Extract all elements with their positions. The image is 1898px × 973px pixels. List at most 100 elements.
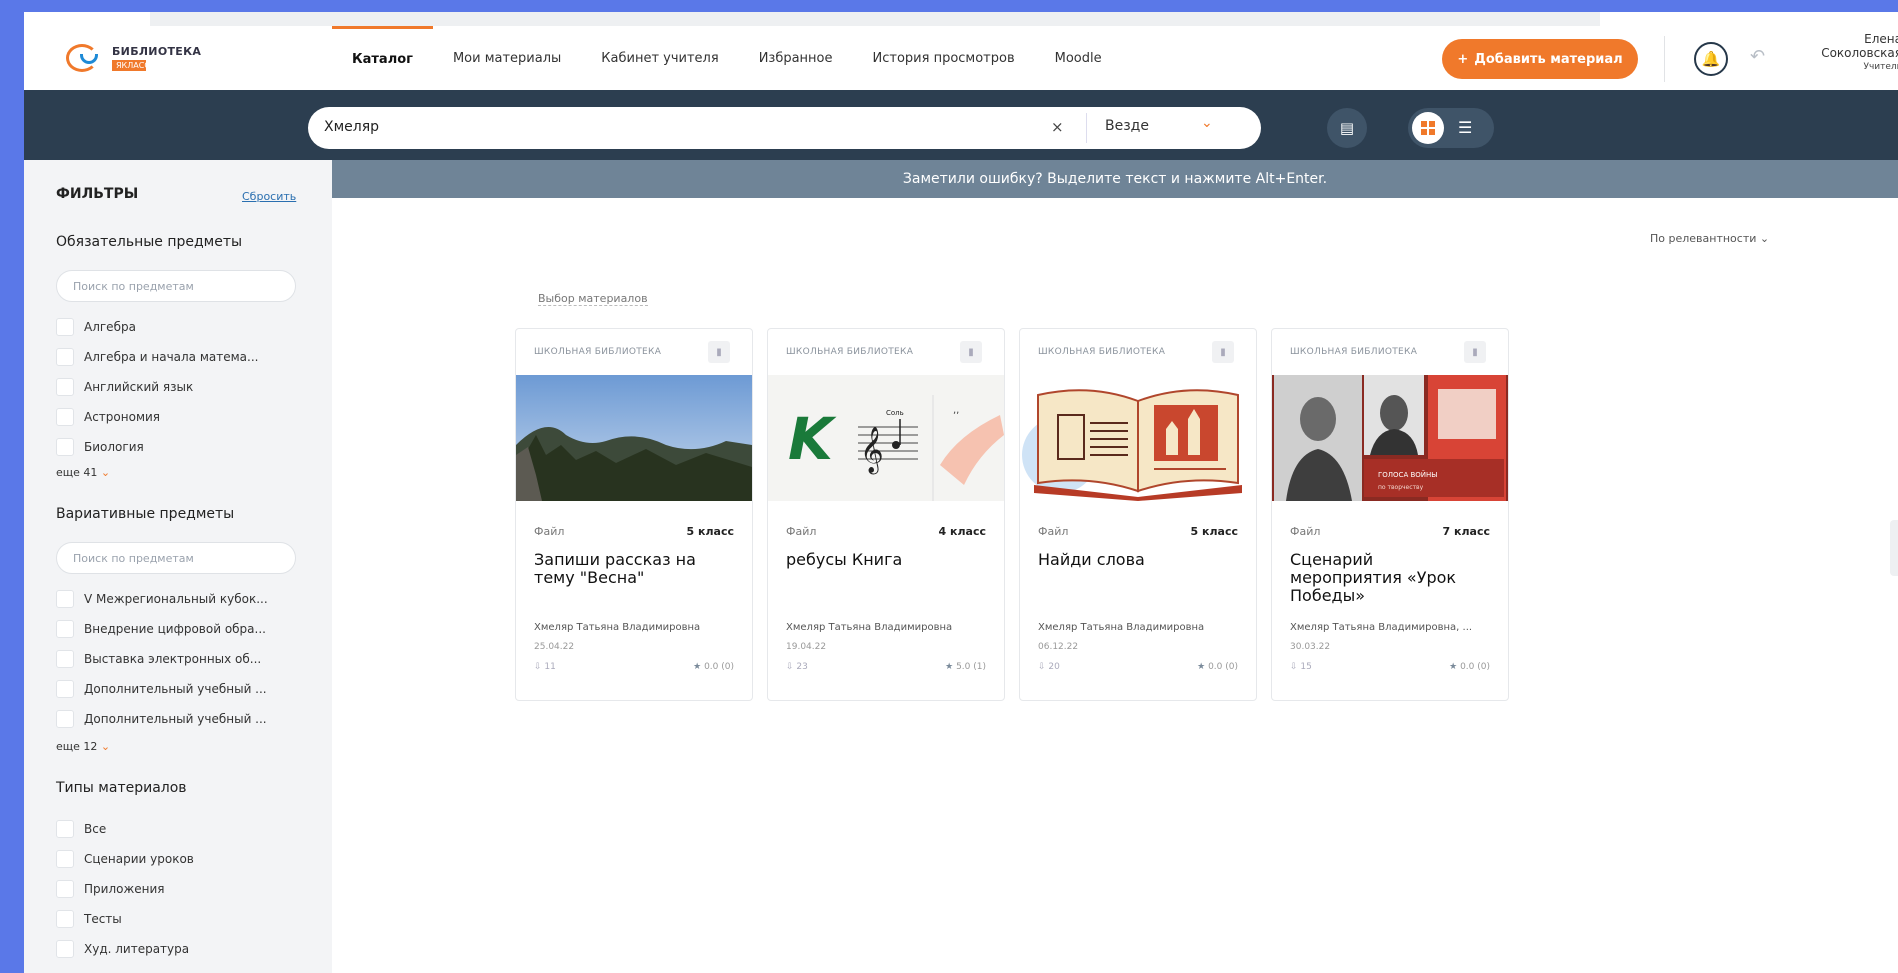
svg-text:K: K (788, 405, 837, 473)
bookmark-icon[interactable]: ▮ (1212, 341, 1234, 363)
card-date: 19.04.22 (786, 642, 827, 652)
tab-history[interactable]: История просмотров (853, 26, 1035, 90)
user-role: Учитель (1863, 62, 1898, 72)
svg-text:по творчеству: по творчеству (1378, 484, 1424, 491)
search-input[interactable]: Хмеляр (324, 119, 379, 135)
card-image (1020, 375, 1256, 501)
tab-moodle[interactable]: Moodle (1035, 26, 1122, 90)
card-date: 25.04.22 (534, 642, 575, 652)
filter-checkbox[interactable]: V Межрегиональный кубок... (56, 588, 268, 610)
filter-checkbox[interactable]: Внедрение цифровой обра... (56, 618, 266, 640)
user-first-name: Елена (1864, 32, 1898, 46)
card-author[interactable]: Хмеляр Татьяна Владимировна (786, 622, 996, 633)
reset-filters-link[interactable]: Сбросить (242, 190, 296, 203)
browser-strip (150, 12, 1600, 26)
material-types-title: Типы материалов (56, 780, 187, 796)
download-count: ⇩ 15 (1290, 662, 1312, 672)
calendar-icon[interactable]: ▤ (1327, 108, 1367, 148)
grid-view-icon[interactable] (1412, 112, 1444, 144)
filter-checkbox[interactable]: Английский язык (56, 376, 193, 398)
variative-subjects-search[interactable]: Поиск по предметам (56, 542, 296, 574)
required-more-link[interactable]: еще 41 ⌄ (56, 466, 110, 479)
card-source: ШКОЛЬНАЯ БИБЛИОТЕКА (1290, 347, 1418, 357)
card-grade: 7 класс (1442, 525, 1490, 538)
tab-teacher-cabinet[interactable]: Кабинет учителя (581, 26, 738, 90)
svg-text:ГОЛОСА ВОЙНЫ: ГОЛОСА ВОЙНЫ (1378, 470, 1437, 479)
clear-icon[interactable]: × (1051, 118, 1064, 136)
card-type: Файл (534, 525, 565, 538)
chevron-down-icon: ⌄ (100, 466, 111, 479)
filter-checkbox[interactable]: Сценарии уроков (56, 848, 194, 870)
filter-checkbox[interactable]: Дополнительный учебный ... (56, 678, 267, 700)
chevron-down-icon: ⌄ (100, 740, 111, 753)
card-title[interactable]: Запиши рассказ на тему "Весна" (534, 551, 734, 587)
filter-checkbox[interactable]: Приложения (56, 878, 165, 900)
card-image: K 𝄞 Соль ,, (768, 375, 1004, 501)
sort-dropdown[interactable]: По релевантности ⌄ (1650, 232, 1769, 245)
material-card[interactable]: ШКОЛЬНАЯ БИБЛИОТЕКА ▮ ГОЛОСА ВОЙНЫ по тв… (1271, 328, 1509, 701)
download-icon: ⇩ (786, 662, 794, 672)
undo-icon[interactable]: ↶ (1750, 46, 1765, 67)
material-card[interactable]: ШКОЛЬНАЯ БИБЛИОТЕКА ▮ K 𝄞 Соль ,, Файл 4… (767, 328, 1005, 701)
chevron-down-icon[interactable]: ⌄ (1201, 115, 1213, 131)
list-view-icon[interactable]: ☰ (1458, 118, 1472, 137)
bookmark-icon[interactable]: ▮ (708, 341, 730, 363)
material-card[interactable]: ШКОЛЬНАЯ БИБЛИОТЕКА ▮ Файл 5 класс Запиш… (515, 328, 753, 701)
card-type: Файл (1038, 525, 1069, 538)
tab-my-materials[interactable]: Мои материалы (433, 26, 581, 90)
logo-icon (64, 40, 104, 76)
card-title[interactable]: Сценарий мероприятия «Урок Победы» (1290, 551, 1490, 605)
header-divider (1664, 36, 1665, 82)
card-author[interactable]: Хмеляр Татьяна Владимировна (534, 622, 744, 633)
card-grade: 5 класс (686, 525, 734, 538)
star-icon: ★ (945, 662, 954, 672)
user-profile[interactable]: Елена Соколовская Учитель (1804, 32, 1898, 74)
svg-text:𝄞: 𝄞 (860, 427, 884, 475)
view-toggle: ☰ (1408, 108, 1494, 148)
filter-checkbox[interactable]: Дополнительный учебный ... (56, 708, 267, 730)
filter-checkbox[interactable]: Худ. литература (56, 938, 189, 960)
download-count: ⇩ 23 (786, 662, 808, 672)
card-rating: ★ 5.0 (1) (945, 662, 986, 672)
logo-subtitle: ЯКЛАСС (112, 60, 150, 71)
svg-text:Соль: Соль (886, 409, 904, 417)
card-source: ШКОЛЬНАЯ БИБЛИОТЕКА (1038, 347, 1166, 357)
required-subjects-title: Обязательные предметы (56, 234, 243, 250)
tab-favorites[interactable]: Избранное (739, 26, 853, 90)
side-feedback-tab[interactable] (1890, 520, 1898, 576)
star-icon: ★ (1449, 662, 1458, 672)
material-card[interactable]: ШКОЛЬНАЯ БИБЛИОТЕКА ▮ Файл 5 класс Найди… (1019, 328, 1257, 701)
card-author[interactable]: Хмеляр Татьяна Владимировна (1038, 622, 1248, 633)
filter-checkbox[interactable]: Астрономия (56, 406, 160, 428)
logo[interactable]: БИБЛИОТЕКА ЯКЛАСС (64, 40, 201, 76)
filter-checkbox[interactable]: Алгебра и начала матема... (56, 346, 258, 368)
bookmark-icon[interactable]: ▮ (1464, 341, 1486, 363)
card-rating: ★ 0.0 (0) (693, 662, 734, 672)
card-title[interactable]: Найди слова (1038, 551, 1238, 569)
selection-mode-link[interactable]: Выбор материалов (538, 292, 648, 306)
logo-title: БИБЛИОТЕКА (112, 45, 202, 58)
filter-checkbox[interactable]: Все (56, 818, 106, 840)
star-icon: ★ (1197, 662, 1206, 672)
bell-icon[interactable]: 🔔 (1694, 42, 1728, 76)
search-box[interactable]: Хмеляр × Везде ⌄ (308, 107, 1261, 149)
card-date: 30.03.22 (1290, 642, 1331, 652)
filters-title: ФИЛЬТРЫ (56, 186, 139, 202)
bookmark-icon[interactable]: ▮ (960, 341, 982, 363)
filter-checkbox[interactable]: Биология (56, 436, 144, 458)
filter-checkbox[interactable]: Тесты (56, 908, 122, 930)
card-grade: 5 класс (1190, 525, 1238, 538)
card-source: ШКОЛЬНАЯ БИБЛИОТЕКА (534, 347, 662, 357)
card-image: ГОЛОСА ВОЙНЫ по творчеству (1272, 375, 1508, 501)
search-scope-select[interactable]: Везде (1105, 118, 1149, 134)
card-title[interactable]: ребусы Книга (786, 551, 986, 569)
variative-more-link[interactable]: еще 12 ⌄ (56, 740, 110, 753)
card-author[interactable]: Хмеляр Татьяна Владимировна, ... (1290, 622, 1500, 633)
download-icon: ⇩ (1290, 662, 1298, 672)
filter-checkbox[interactable]: Алгебра (56, 316, 136, 338)
card-rating: ★ 0.0 (0) (1449, 662, 1490, 672)
filter-checkbox[interactable]: Выставка электронных об... (56, 648, 261, 670)
tab-catalog[interactable]: Каталог (332, 26, 433, 90)
required-subjects-search[interactable]: Поиск по предметам (56, 270, 296, 302)
add-material-button[interactable]: + Добавить материал (1442, 39, 1638, 79)
